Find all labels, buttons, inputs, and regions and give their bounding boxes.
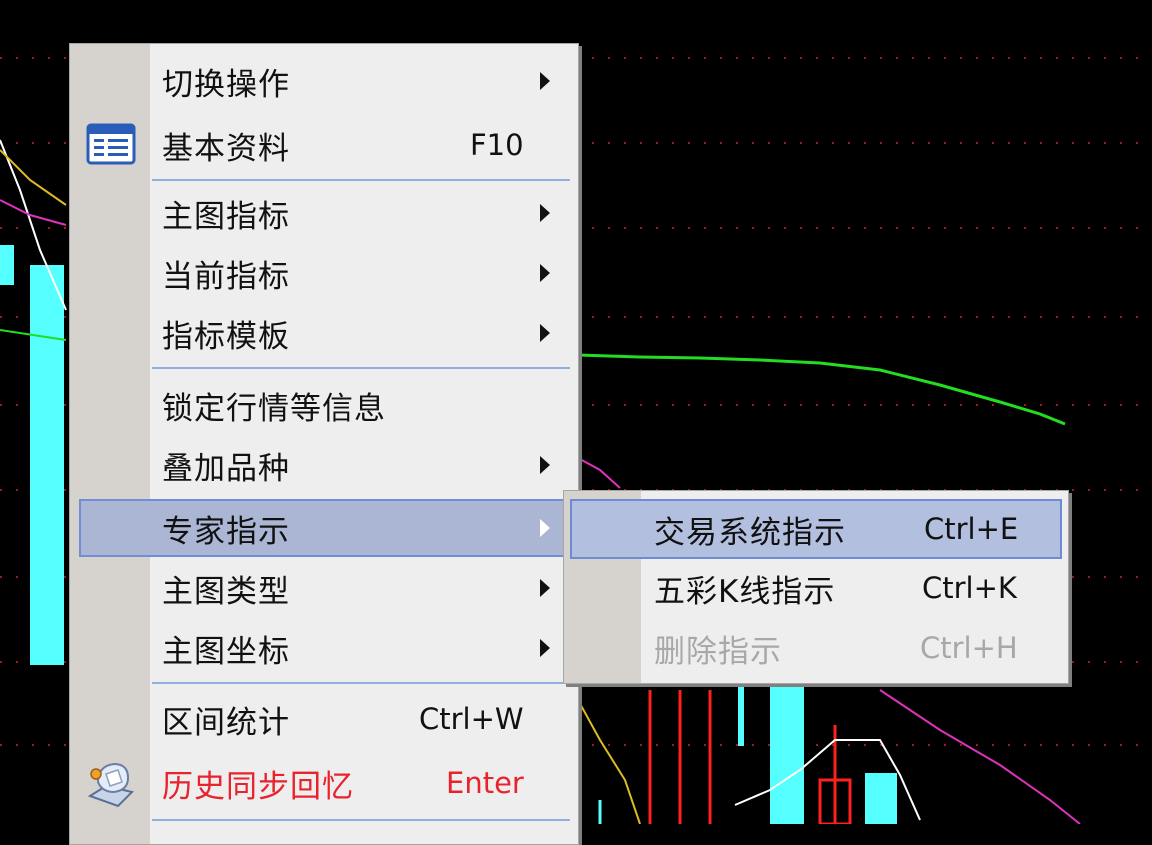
menu-separator <box>152 367 570 369</box>
submenu-arrow-icon <box>540 456 550 474</box>
menu-item-label: 当前指标 <box>162 258 290 295</box>
ma-line-magenta <box>0 199 67 226</box>
ma-line-yellow <box>0 149 67 206</box>
menu-item-shortcut: Ctrl+W <box>419 702 524 736</box>
submenu-arrow-icon <box>540 72 550 90</box>
menu-item-label: 交易系统指示 <box>654 514 846 551</box>
menu-separator <box>152 179 570 181</box>
menu-item-indicator-template[interactable]: 指标模板 <box>70 304 578 362</box>
menu-item-label: 切换操作 <box>162 66 290 103</box>
menu-item-label: 锁定行情等信息 <box>162 390 386 427</box>
menu-item-lock-quotes[interactable]: 锁定行情等信息 <box>70 376 578 434</box>
menu-item-overlay-symbol[interactable]: 叠加品种 <box>70 436 578 494</box>
menu-item-main-indicator[interactable]: 主图指标 <box>70 184 578 242</box>
submenu-item-delete-signal: 删除指示 Ctrl+H <box>564 619 1068 677</box>
menu-item-shortcut: Ctrl+K <box>922 571 1017 605</box>
menu-item-history-replay[interactable]: 历史同步回忆 Enter <box>70 752 578 814</box>
menu-item-basic-info[interactable]: 基本资料 F10 <box>70 116 578 174</box>
candle-down <box>0 245 14 285</box>
ma-line-magenta <box>577 457 621 489</box>
menu-item-label: 五彩K线指示 <box>654 573 836 610</box>
menu-item-range-stats[interactable]: 区间统计 Ctrl+W <box>70 690 578 748</box>
menu-item-label: 历史同步回忆 <box>162 768 354 805</box>
menu-item-shortcut: Enter <box>446 766 524 800</box>
menu-item-label: 主图类型 <box>162 573 290 610</box>
menu-item-label: 指标模板 <box>162 318 290 355</box>
submenu-arrow-icon <box>540 579 550 597</box>
info-sheet-icon <box>86 123 136 165</box>
submenu-arrow-icon <box>540 204 550 222</box>
menu-item-label: 删除指示 <box>654 633 782 670</box>
menu-separator <box>152 819 570 821</box>
menu-item-current-indicator[interactable]: 当前指标 <box>70 244 578 302</box>
ma-line-yellow <box>577 699 641 824</box>
submenu-item-trading-system-signal[interactable]: 交易系统指示 Ctrl+E <box>570 499 1062 559</box>
expert-signal-submenu: 交易系统指示 Ctrl+E 五彩K线指示 Ctrl+K 删除指示 Ctrl+H <box>563 490 1069 684</box>
candle-down <box>738 686 744 746</box>
menu-item-label: 区间统计 <box>162 704 290 741</box>
menu-item-shortcut: F10 <box>470 128 524 162</box>
menu-item-label: 专家指示 <box>162 513 290 550</box>
menu-item-chart-type[interactable]: 主图类型 <box>70 559 578 617</box>
ma-line-green <box>577 353 1066 426</box>
candle-down <box>770 686 804 824</box>
menu-item-label: 主图坐标 <box>162 633 290 670</box>
menu-item-label: 主图指标 <box>162 198 290 235</box>
submenu-item-color-kline-signal[interactable]: 五彩K线指示 Ctrl+K <box>564 559 1068 617</box>
menu-separator <box>152 682 570 684</box>
candle-down <box>30 265 64 665</box>
menu-item-label: 叠加品种 <box>162 450 290 487</box>
candle-down <box>865 773 897 824</box>
history-replay-icon <box>87 762 134 808</box>
submenu-arrow-icon <box>540 324 550 342</box>
submenu-arrow-icon <box>540 639 550 657</box>
menu-item-shortcut: Ctrl+E <box>924 512 1019 546</box>
menu-item-shortcut: Ctrl+H <box>920 631 1018 665</box>
menu-item-chart-axis[interactable]: 主图坐标 <box>70 619 578 677</box>
submenu-arrow-icon <box>540 264 550 282</box>
menu-item-switch-operation[interactable]: 切换操作 <box>70 52 578 110</box>
submenu-arrow-icon <box>540 519 550 537</box>
menu-item-label: 基本资料 <box>162 130 290 167</box>
context-menu: 切换操作 基本资料 F10 主图指标 当前指标 指标模板 锁定行情等信息 叠加品… <box>69 43 579 845</box>
menu-item-expert-signal[interactable]: 专家指示 <box>79 499 572 557</box>
ma-line-magenta <box>879 689 1081 824</box>
